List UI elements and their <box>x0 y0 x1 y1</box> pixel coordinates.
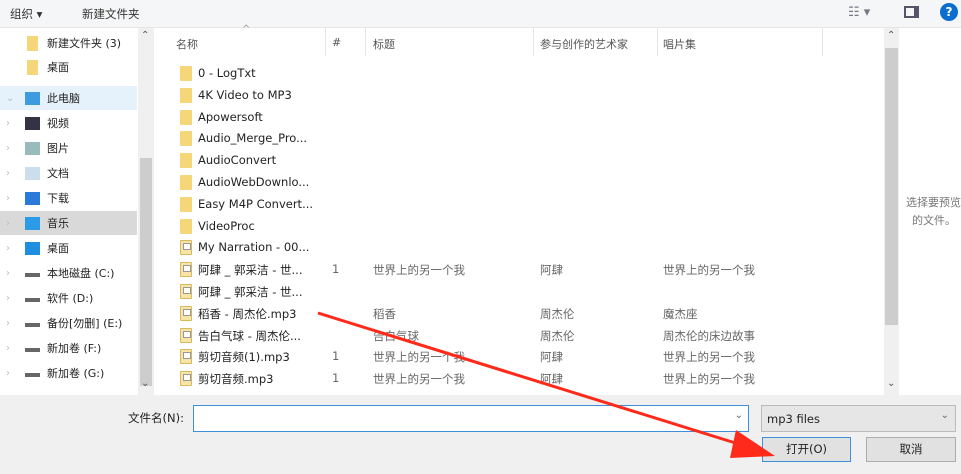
arrow-head <box>730 430 775 458</box>
arrow-shaft <box>317 311 746 448</box>
annotation-arrow <box>317 311 775 458</box>
